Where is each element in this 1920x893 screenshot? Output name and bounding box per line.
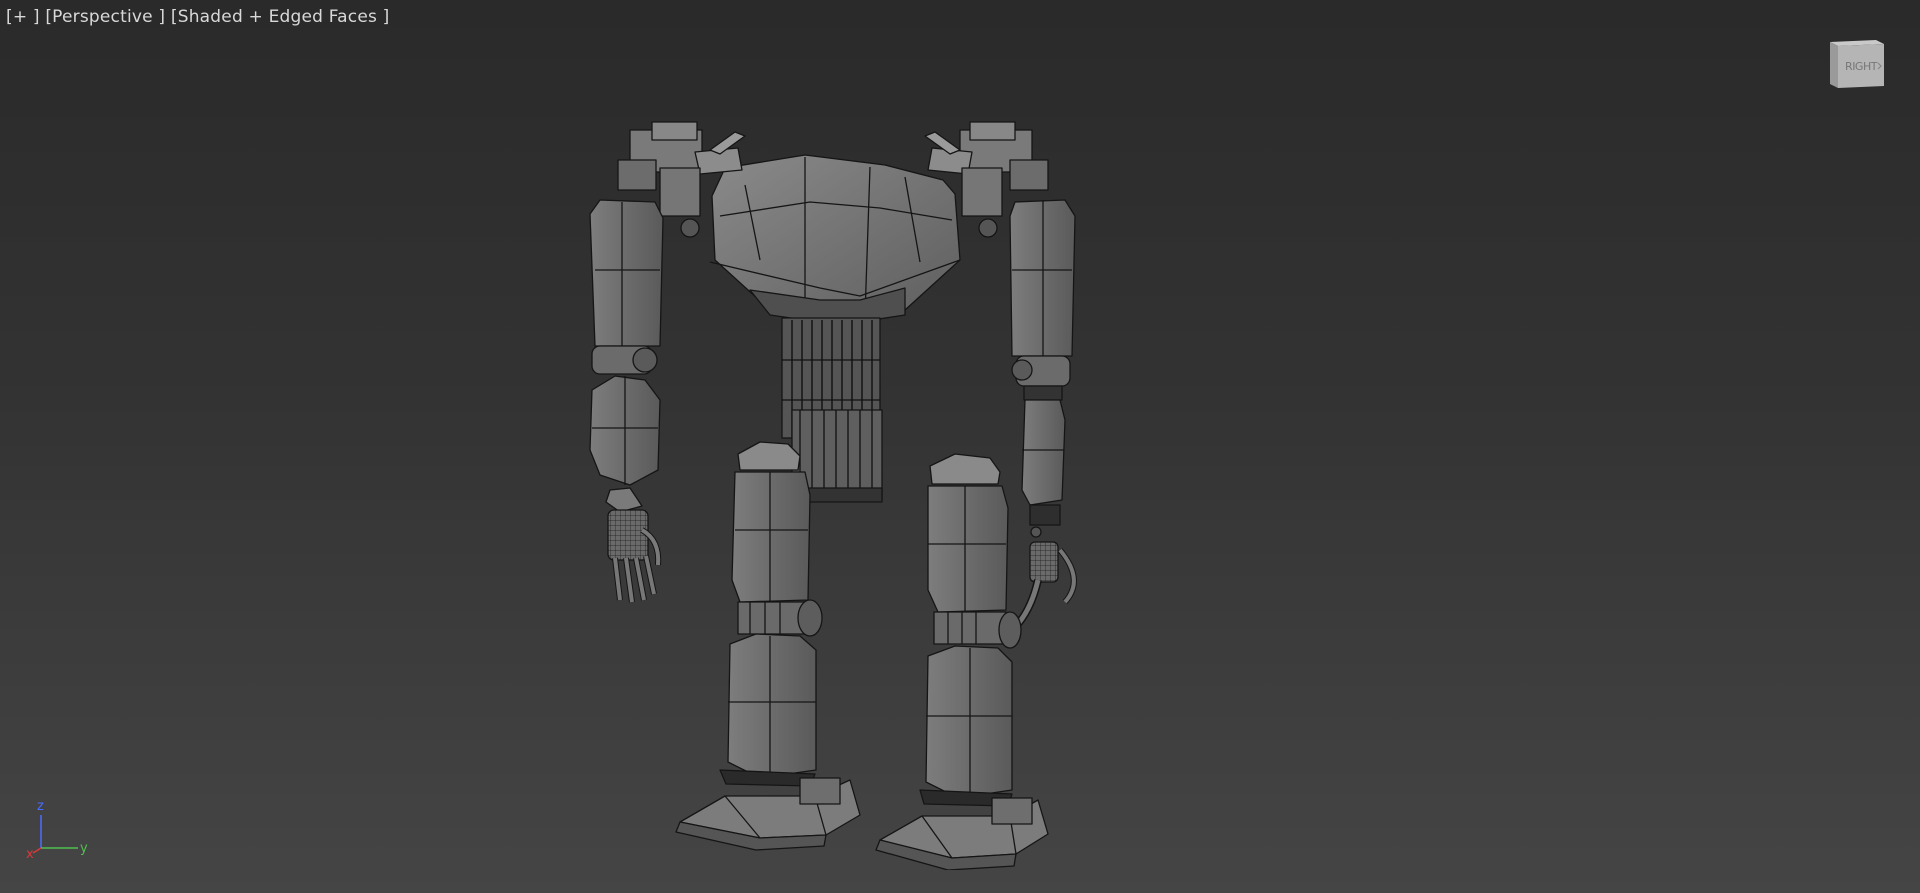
right-leg [875, 453, 1049, 870]
z-axis-label: z [37, 799, 44, 814]
left-leg [675, 441, 861, 851]
x-axis-label: x [26, 847, 34, 860]
y-axis-label: y [80, 841, 88, 856]
axis-tripod: z y x [26, 799, 88, 860]
right-hand-mesh [1029, 541, 1059, 583]
left-arm [589, 199, 664, 603]
robot-mech-model[interactable] [560, 110, 1120, 870]
right-foot [875, 797, 1049, 870]
x-axis-line [32, 847, 42, 854]
left-foot [675, 777, 861, 851]
viewcube[interactable]: RIGHT [1826, 36, 1888, 94]
right-arm [1007, 199, 1077, 636]
perspective-viewport[interactable]: [+ ] [Perspective ] [Shaded + Edged Face… [0, 0, 1920, 893]
viewcube-face-label: RIGHT [1845, 60, 1878, 73]
viewport-shading-menu[interactable]: [Shaded + Edged Faces ] [171, 7, 390, 27]
viewport-label-menu: [+ ] [Perspective ] [Shaded + Edged Face… [6, 7, 390, 27]
left-hand-mesh [607, 509, 649, 561]
viewport-point-of-view-menu[interactable]: [Perspective ] [45, 7, 165, 27]
torso [709, 154, 961, 439]
viewcube-right-face[interactable] [1830, 42, 1838, 88]
viewport-general-menu[interactable]: [+ ] [6, 7, 40, 27]
